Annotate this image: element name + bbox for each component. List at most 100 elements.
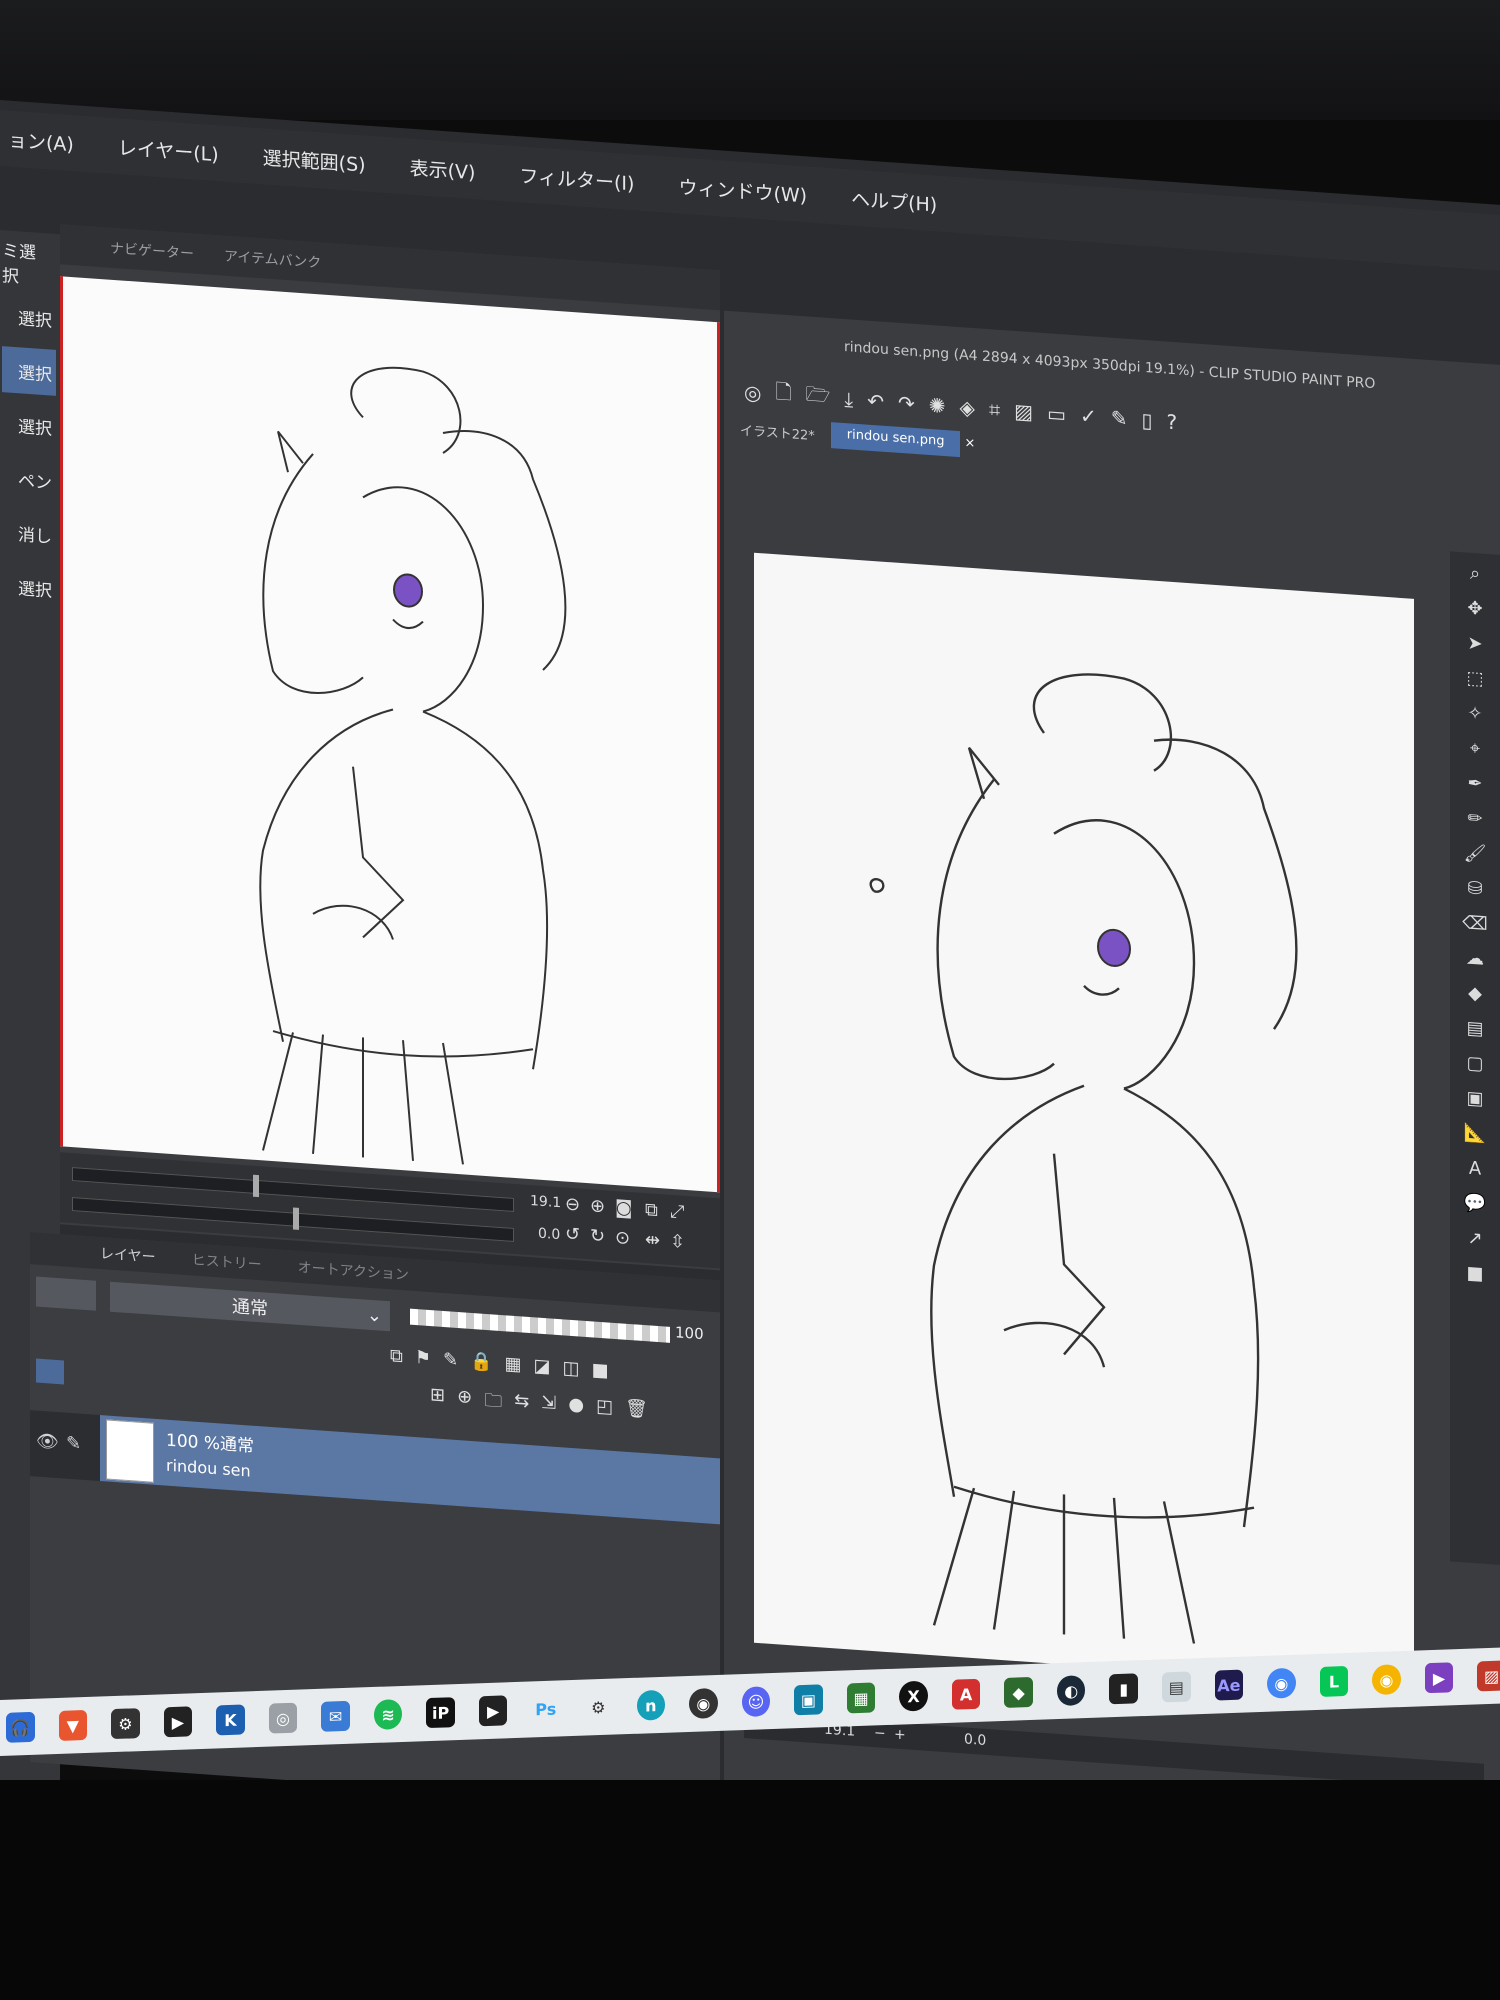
flip-horizontal-icon[interactable]: ⇹ [645,1229,660,1251]
plus-icon[interactable]: + [894,1727,906,1744]
mask-icon[interactable]: ◪ [534,1355,551,1386]
brave-icon[interactable]: ▼ [58,1709,88,1741]
fullscreen-icon[interactable]: ⤢ [670,1201,684,1223]
sub-tool-item[interactable]: 選択 [2,400,56,450]
fill-icon[interactable]: ◈ [960,395,975,420]
snap-icon[interactable]: ▨ [1014,399,1033,424]
sticky-icon[interactable]: ▤ [1162,1671,1191,1703]
x-icon[interactable]: X [899,1680,928,1712]
gradient-icon[interactable]: ▤ [1466,1018,1483,1040]
fill-tool-icon[interactable]: ◆ [1468,983,1482,1005]
tab-navigator[interactable]: ナビゲーター [110,238,194,264]
new-folder-icon[interactable]: 🗀 [484,1388,502,1419]
rotate-right-icon[interactable]: ↻ [590,1225,605,1247]
airbrush-icon[interactable]: ⛁ [1467,878,1482,900]
mask-create-icon[interactable]: ● [568,1394,584,1425]
apply-mask-icon[interactable]: ◰ [596,1396,613,1427]
ae-icon[interactable]: Ae [1214,1669,1244,1701]
ip-icon[interactable]: iP [426,1697,455,1729]
menu-item-view[interactable]: 表示(V) [410,153,476,185]
blend-mode-select[interactable]: 通常 ⌄ [110,1281,390,1332]
tab-item-bank[interactable]: アイテムバンク [224,246,321,273]
fit-icon[interactable]: ◙ [615,1197,632,1219]
opacity-slider[interactable] [410,1308,670,1343]
menu-item-help[interactable]: ヘルプ(H) [851,184,937,217]
ruler-icon[interactable]: ◫ [563,1357,580,1388]
clip-studio-icon[interactable]: ◎ [744,380,761,405]
transfer-icon[interactable]: ⇆ [514,1390,529,1421]
draft-icon[interactable]: ✎ [443,1349,458,1380]
loading-icon[interactable]: ✺ [929,393,946,418]
discord-icon[interactable]: ☺ [741,1686,771,1718]
spotify-icon[interactable]: ≋ [373,1698,403,1730]
eraser-icon[interactable]: ⌫ [1462,912,1487,935]
chrome-icon[interactable]: ◉ [1372,1664,1401,1696]
sub-tool-item[interactable]: ペン [2,454,56,504]
move-tool-icon[interactable]: ✥ [1467,598,1482,620]
balloon-icon[interactable]: 💬 [1464,1192,1486,1215]
doc-tab-active[interactable]: rindou sen.png [830,422,961,458]
line-icon[interactable]: L [1319,1665,1349,1697]
phone-icon[interactable]: ▮ [1109,1673,1139,1705]
pen-icon[interactable]: ✎ [66,1433,81,1455]
auto-select-icon[interactable]: ✧ [1467,703,1482,725]
reference-icon[interactable]: ⚑ [415,1347,431,1378]
text-tool-icon[interactable]: A [1469,1158,1481,1180]
mail-icon[interactable]: ✉ [321,1700,350,1732]
layer-row[interactable]: 👁 ✎ 100 %通常 rindou sen [30,1410,720,1525]
help-icon[interactable]: ? [1167,410,1178,435]
chrome-icon[interactable]: ◉ [1267,1667,1296,1699]
minecraft-icon[interactable]: ▦ [846,1682,876,1714]
menu-item-selection[interactable]: 選択範囲(S) [263,143,366,177]
crop-icon[interactable]: ⌗ [989,397,1000,422]
tab-history[interactable]: ヒストリー [192,1249,262,1274]
camera-icon[interactable]: ▣ [794,1684,823,1716]
menu-item-animation[interactable]: ョン(A) [8,125,74,157]
zoom-out-icon[interactable]: ⊖ [565,1194,580,1216]
tab-layer[interactable]: レイヤー [100,1243,156,1267]
eyedropper-icon[interactable]: ⌖ [1470,738,1480,760]
fit-screen-icon[interactable]: ⧉ [645,1199,658,1221]
zoom-in-icon[interactable]: ⊕ [590,1195,605,1217]
correct-line-icon[interactable]: ↗ [1467,1228,1482,1250]
headphones-icon[interactable]: 🎧 [6,1711,35,1743]
new-vector-layer-icon[interactable]: ⊕ [457,1386,472,1417]
operation-tool-icon[interactable]: ➤ [1467,633,1482,655]
sub-tool-item-selected[interactable]: 選択 [2,346,56,396]
main-canvas[interactable] [754,552,1414,1689]
close-icon[interactable]: × [960,431,979,458]
reset-rotation-icon[interactable]: ⊙ [615,1227,630,1249]
box-icon[interactable]: ▨ [1477,1660,1500,1692]
sub-tool-item[interactable]: 選択 [2,292,56,342]
menu-item-filter[interactable]: フィルター(I) [519,161,634,196]
sub-tool-item[interactable]: ミ選択 [2,238,56,288]
new-raster-layer-icon[interactable]: ⊞ [430,1384,445,1415]
play-icon[interactable]: ▶ [478,1695,508,1727]
save-icon[interactable]: ⤓ [844,387,853,412]
flip-vertical-icon[interactable]: ⇳ [670,1231,685,1253]
merge-icon[interactable]: ⇲ [541,1392,556,1423]
clip-icon[interactable]: ⧉ [390,1345,403,1376]
undo-icon[interactable]: ↶ [867,389,884,414]
ps-icon[interactable]: Ps [531,1693,561,1725]
pen-tool-icon[interactable]: ✒ [1467,773,1482,795]
transform-icon[interactable]: ▭ [1047,401,1066,426]
trash-icon[interactable]: 🗑 [625,1398,648,1430]
layer-color-icon[interactable]: ■ [592,1359,609,1390]
pen-pressure-icon[interactable]: ✎ [1111,406,1128,431]
obs-icon[interactable]: ◉ [689,1687,718,1719]
selection-tool-icon[interactable]: ⬚ [1466,668,1483,690]
nox-icon[interactable]: n [636,1689,666,1721]
lock-alpha-icon[interactable]: ▦ [505,1353,522,1384]
angular-icon[interactable]: A [951,1678,981,1710]
zoom-tool-icon[interactable]: ⌕ [1470,563,1480,585]
vs-icon[interactable]: ▶ [1424,1662,1454,1694]
pencil-tool-icon[interactable]: ✏ [1467,808,1482,830]
tab-auto-action[interactable]: オートアクション [298,1257,409,1285]
menu-item-window[interactable]: ウィンドウ(W) [678,172,807,208]
new-file-icon[interactable]: 🗋 [775,377,791,412]
sub-tool-item[interactable]: 消し [2,508,56,558]
steam-icon[interactable]: ◐ [1056,1675,1086,1707]
blend-tool-icon[interactable]: ☁ [1466,948,1484,970]
k-icon[interactable]: K [216,1704,245,1736]
